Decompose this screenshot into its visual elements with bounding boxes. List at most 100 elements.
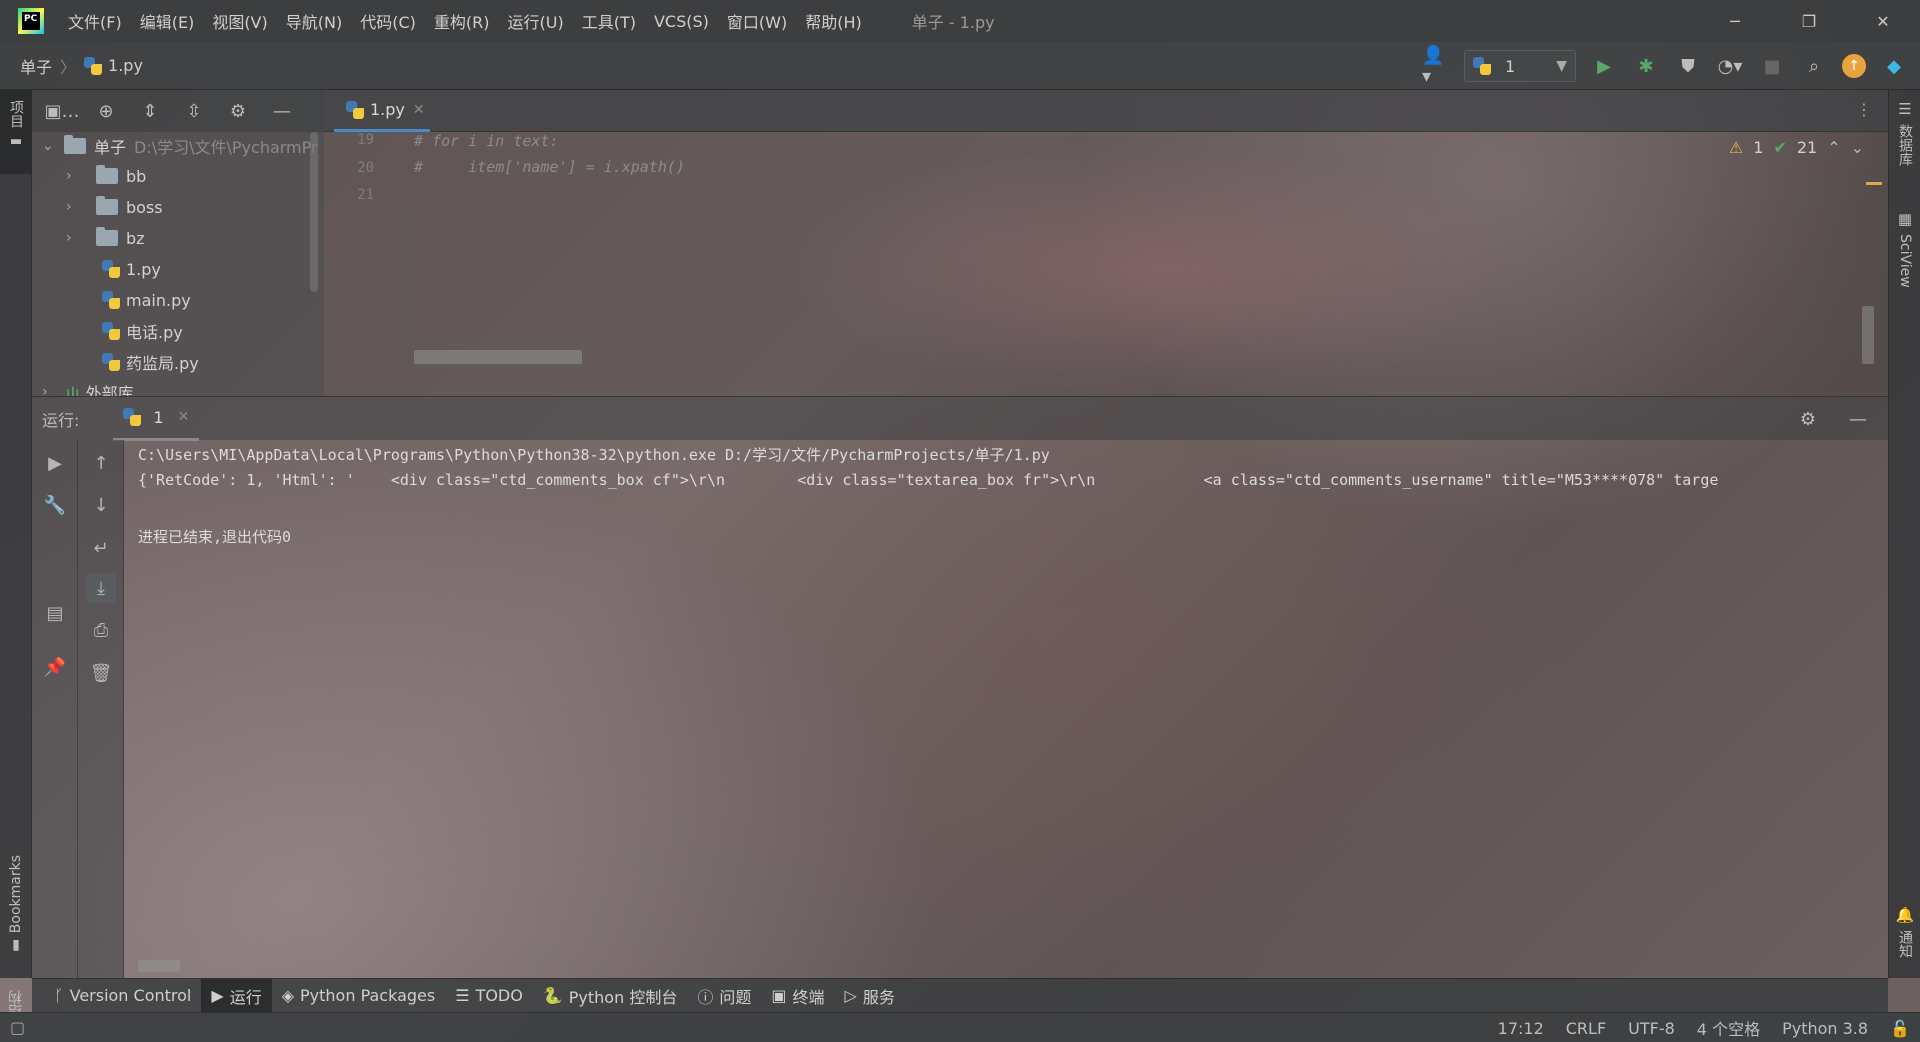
breadcrumb-project[interactable]: 单子	[20, 54, 52, 78]
sciview-tool-tab[interactable]: ▦ SciView	[1889, 210, 1920, 288]
branch-icon: ᚴ	[54, 986, 64, 1005]
tool-terminal[interactable]: ▣ 终端	[761, 979, 834, 1013]
console-scrollbar[interactable]	[138, 960, 180, 972]
toggle-tool-windows-icon[interactable]: ▢	[10, 1018, 25, 1037]
arrow-down-icon[interactable]: ↓	[86, 490, 116, 520]
coverage-icon[interactable]: ⛊	[1674, 52, 1702, 80]
rerun-icon[interactable]: ▶	[40, 448, 70, 478]
tree-item-label: 1.py	[126, 259, 161, 279]
caret-position[interactable]: 17:12	[1498, 1019, 1544, 1038]
console-output[interactable]: C:\Users\MI\AppData\Local\Programs\Pytho…	[124, 440, 1888, 978]
arrow-up-icon[interactable]: ↑	[86, 448, 116, 478]
close-button[interactable]: ✕	[1846, 0, 1920, 42]
tool-run[interactable]: ▶ 运行	[201, 978, 272, 1013]
pin-icon[interactable]: 📌	[40, 652, 70, 682]
print-icon[interactable]: ⎙	[86, 615, 116, 645]
tool-python-packages[interactable]: ◈ Python Packages	[272, 979, 446, 1013]
problems-icon: ⓘ	[697, 987, 714, 1007]
menu-vcs[interactable]: VCS(S)	[654, 12, 709, 31]
tree-root[interactable]: ⌄ 单子 D:\学习\文件\PycharmPr	[42, 132, 318, 160]
gear-icon[interactable]: ⚙	[1794, 405, 1822, 433]
tab-1py[interactable]: 1.py ✕	[334, 90, 430, 132]
line-separator[interactable]: CRLF	[1566, 1019, 1606, 1038]
trash-icon[interactable]: 🗑	[86, 658, 116, 688]
stop-icon[interactable]: ■	[1758, 52, 1786, 80]
restore-button[interactable]: ❐	[1772, 0, 1846, 42]
status-widgets: 17:12 CRLF UTF-8 4 个空格 Python 3.8 🔓	[1498, 1013, 1910, 1042]
menu-window[interactable]: 窗口(W)	[727, 9, 787, 33]
chevron-right-icon: ›	[66, 199, 72, 215]
database-tool-tab[interactable]: ☰ 数据库	[1889, 100, 1920, 166]
menu-edit[interactable]: 编辑(E)	[140, 9, 195, 33]
tree-item-1py[interactable]: 1.py	[102, 255, 161, 283]
horizontal-scrollbar[interactable]	[414, 350, 582, 364]
debug-icon[interactable]: ✱	[1632, 52, 1660, 80]
tree-scrollbar[interactable]	[310, 132, 318, 292]
close-icon[interactable]: ✕	[413, 102, 425, 118]
expand-all-icon[interactable]: ⇕	[136, 97, 164, 125]
file-encoding[interactable]: UTF-8	[1628, 1019, 1675, 1038]
notifications-tool-tab[interactable]: 🔔 通知	[1889, 906, 1920, 958]
project-view-icon[interactable]: ▣…	[45, 97, 80, 125]
tool-window-bar: ᚴ Version Control ▶ 运行 ◈ Python Packages…	[32, 978, 1888, 1013]
gear-icon[interactable]: ⚙	[224, 97, 252, 125]
tool-todo[interactable]: ☰ TODO	[445, 979, 533, 1013]
menu-tools[interactable]: 工具(T)	[582, 9, 636, 33]
tool-services[interactable]: ▷ 服务	[835, 979, 905, 1013]
user-icon[interactable]: 👤▾	[1422, 45, 1450, 87]
folder-icon	[96, 196, 118, 215]
menu-code[interactable]: 代码(C)	[360, 9, 416, 33]
tree-item-bb[interactable]: › bb	[66, 162, 146, 190]
update-icon[interactable]: ↑	[1842, 54, 1866, 78]
warning-marker[interactable]	[1866, 182, 1882, 185]
tree-item-main[interactable]: main.py	[102, 286, 191, 314]
menu-help[interactable]: 帮助(H)	[805, 9, 862, 33]
scroll-to-end-icon[interactable]: ⤓	[86, 573, 116, 603]
menu-run[interactable]: 运行(U)	[508, 9, 564, 33]
layout-icon[interactable]: ▤	[40, 598, 70, 628]
menu-refactor[interactable]: 重构(R)	[434, 9, 490, 33]
plugin-icon[interactable]: ◆	[1880, 52, 1908, 80]
code-editor[interactable]: 19 20 21 # for i in text: # item['name']…	[324, 132, 1888, 396]
chevron-up-icon[interactable]: ⌃	[1827, 138, 1840, 157]
inspection-widget[interactable]: ⚠ 1 ✔ 21 ⌃ ⌄	[1729, 138, 1864, 157]
menu-view[interactable]: 视图(V)	[212, 9, 267, 33]
wrench-icon[interactable]: 🔧	[40, 490, 70, 520]
tool-python-console[interactable]: 🐍 Python 控制台	[533, 979, 687, 1013]
python-interpreter[interactable]: Python 3.8	[1782, 1019, 1868, 1038]
hide-icon[interactable]: —	[268, 97, 296, 125]
locate-icon[interactable]: ⊕	[92, 97, 120, 125]
code-line: # item['name'] = i.xpath()	[414, 158, 685, 176]
right-tool-stripe: ☰ 数据库 ▦ SciView 🔔 通知	[1888, 90, 1920, 978]
project-tree: ⌄ 单子 D:\学习\文件\PycharmPr › bb › boss › bz…	[32, 132, 324, 396]
breadcrumb-file[interactable]: 1.py	[108, 56, 143, 75]
hide-icon[interactable]: —	[1844, 405, 1872, 433]
menu-navigate[interactable]: 导航(N)	[286, 9, 342, 33]
search-icon[interactable]: ⌕	[1800, 52, 1828, 80]
chevron-down-icon[interactable]: ⌄	[1851, 138, 1864, 157]
run-icon[interactable]: ▶	[1590, 52, 1618, 80]
menu-file[interactable]: 文件(F)	[68, 9, 122, 33]
lock-icon[interactable]: 🔓	[1890, 1019, 1910, 1038]
tree-item-external-libs[interactable]: › ıIı 外部库	[42, 378, 134, 397]
profile-icon[interactable]: ◔▾	[1716, 52, 1744, 80]
bookmarks-tool-tab[interactable]: Bookmarks ▮	[0, 855, 32, 953]
more-vertical-icon[interactable]: ⋮	[1856, 100, 1872, 119]
minimize-button[interactable]: ─	[1698, 0, 1772, 42]
python-file-icon	[102, 353, 120, 371]
tree-item-bz[interactable]: › bz	[66, 224, 145, 252]
run-configuration-select[interactable]: 1 ▼	[1464, 50, 1576, 82]
run-tab[interactable]: 1 ✕	[113, 397, 200, 441]
tool-problems[interactable]: ⓘ 问题	[687, 979, 761, 1013]
tree-item-boss[interactable]: › boss	[66, 193, 163, 221]
indent-setting[interactable]: 4 个空格	[1697, 1016, 1760, 1040]
database-icon: ☰	[1898, 100, 1912, 118]
tool-version-control[interactable]: ᚴ Version Control	[44, 979, 201, 1013]
vertical-scrollbar[interactable]	[1862, 306, 1874, 364]
collapse-all-icon[interactable]: ⇳	[180, 97, 208, 125]
soft-wrap-icon[interactable]: ↵	[86, 533, 116, 563]
project-tool-tab[interactable]: 项目 ▬	[0, 90, 32, 174]
tree-item-fda[interactable]: 药监局.py	[102, 348, 199, 376]
tree-item-phone[interactable]: 电话.py	[102, 317, 183, 345]
close-icon[interactable]: ✕	[178, 409, 190, 425]
